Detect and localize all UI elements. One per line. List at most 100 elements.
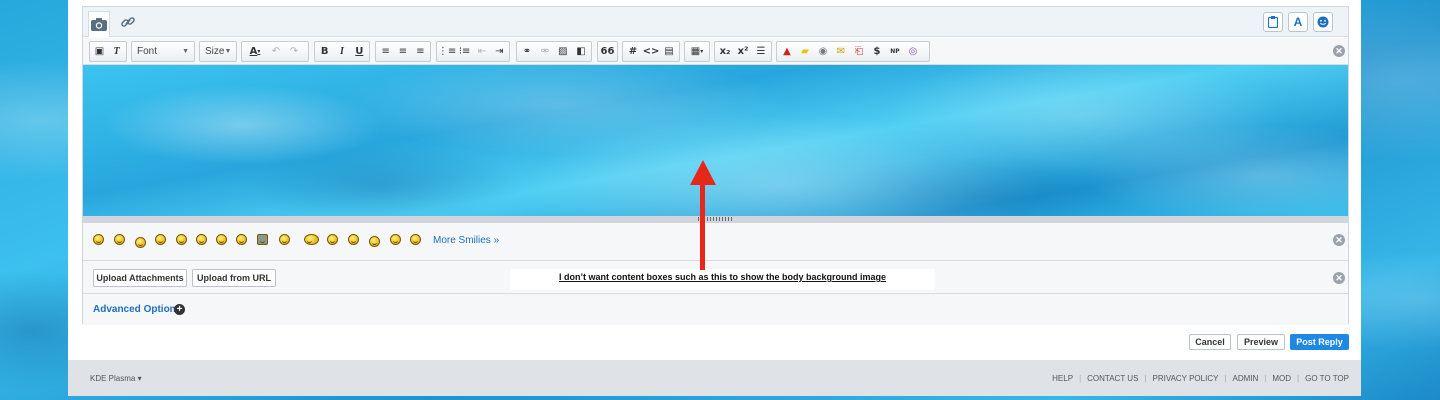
preview-button[interactable]: Preview [1237, 334, 1285, 350]
smiley-icon[interactable] [369, 236, 380, 247]
smiley-icon[interactable] [216, 234, 227, 245]
underline-button[interactable]: U [352, 43, 367, 60]
toolbar-group-script: x₂ x² ☰ [714, 41, 772, 62]
media-icon[interactable]: ◧ [573, 43, 589, 60]
footer-separator: | [1144, 374, 1147, 383]
size-select-label: Size [205, 46, 225, 57]
warning-icon[interactable]: ▲ [779, 43, 795, 60]
camera-icon[interactable] [88, 11, 110, 37]
toolbar-group-align: ≡ ≡ ≡ [375, 41, 431, 62]
more-smilies-link[interactable]: More Smilies » [433, 235, 499, 246]
link-icon[interactable] [117, 11, 139, 33]
outdent-icon[interactable]: ⇤ [474, 43, 489, 60]
toolbar-group-source: ▣ T [89, 41, 127, 62]
remove-format-icon[interactable]: T [109, 43, 124, 60]
footer-separator: | [1224, 374, 1227, 383]
circle-icon[interactable]: ◎ [905, 43, 921, 60]
table-icon[interactable]: ▦ ▾ [687, 43, 707, 60]
smiley-icon[interactable] [176, 234, 187, 245]
text-format-label: A [1293, 15, 1303, 29]
smiley-icon[interactable] [348, 234, 359, 245]
smilies-close-icon[interactable]: ✕ [1333, 234, 1345, 246]
toolbar-group-quote: 66 [597, 41, 618, 62]
code-icon[interactable]: <> [643, 43, 660, 60]
smiley-icon[interactable] [155, 234, 166, 245]
toolbar-group-color-undo: A ▾ ↶ ↷ [241, 41, 309, 62]
editor-resize-handle[interactable] [83, 216, 1348, 223]
editor-toolbar: ▣ T Font ▼ Size ▼ A ▾ ↶ ↷ B I U ≡ ≡ ≡ ⋮≡ ⁝≡… [83, 38, 1348, 65]
bullet-list-icon[interactable]: ⁝≡ [457, 43, 472, 60]
toolbar-group-code: # <> ▤ [622, 41, 680, 62]
ordered-list-icon[interactable]: ⋮≡ [438, 43, 456, 60]
dollar-icon[interactable]: $ [869, 43, 885, 60]
editor-tabbar: A [83, 7, 1348, 37]
indent-icon[interactable]: ⇥ [492, 43, 507, 60]
noparse-icon[interactable]: NP [887, 43, 903, 60]
source-icon[interactable]: ▣ [92, 43, 107, 60]
smiley-icon[interactable] [279, 234, 290, 245]
quote-icon[interactable]: 66 [600, 43, 615, 60]
smiley-icon[interactable] [390, 234, 401, 245]
bold-button[interactable]: B [317, 43, 332, 60]
footer-link-contact[interactable]: CONTACT US [1087, 374, 1138, 383]
plus-circle-icon[interactable]: + [174, 304, 185, 315]
cancel-button[interactable]: Cancel [1189, 334, 1231, 350]
size-select[interactable]: Size ▼ [199, 41, 237, 62]
annotation-text: I don’t want content boxes such as this … [558, 272, 887, 282]
note-icon[interactable]: ▰ [797, 43, 813, 60]
text-format-button[interactable]: A [1288, 12, 1308, 32]
smiley-icon[interactable] [93, 234, 104, 245]
php-icon[interactable]: ▤ [661, 43, 677, 60]
footer-link-top[interactable]: GO TO TOP [1305, 374, 1349, 383]
footer: KDE Plasma ▾ HELP | CONTACT US | PRIVACY… [68, 360, 1361, 396]
toolbar-group-custom: ▲ ▰ ◉ ✉ ⎗ $ NP ◎ [776, 41, 930, 62]
align-center-icon[interactable]: ≡ [395, 43, 410, 60]
smiley-icon[interactable] [304, 234, 319, 245]
pdf-icon[interactable]: ⎗ [851, 43, 867, 60]
undo-icon[interactable]: ↶ [268, 43, 284, 60]
upload-attachments-button[interactable]: Upload Attachments [93, 269, 187, 287]
font-select[interactable]: Font ▼ [131, 41, 195, 62]
footer-link-mod[interactable]: MOD [1272, 374, 1291, 383]
smiley-icon[interactable] [327, 234, 338, 245]
mail-icon[interactable]: ✉ [833, 43, 849, 60]
style-chooser-link[interactable]: KDE Plasma ▾ [90, 374, 142, 383]
smiley-icon[interactable] [410, 234, 421, 245]
footer-link-admin[interactable]: ADMIN [1233, 374, 1259, 383]
subscript-icon[interactable]: x₂ [717, 43, 733, 60]
horizontal-rule-icon[interactable]: ☰ [753, 43, 769, 60]
link-insert-icon[interactable]: ⚭ [519, 43, 535, 60]
editor-textarea[interactable] [83, 65, 1348, 216]
tombstone-icon[interactable] [257, 234, 268, 245]
attachments-close-icon[interactable]: ✕ [1333, 272, 1345, 284]
smiley-icon[interactable] [196, 234, 207, 245]
smiley-icon[interactable] [135, 237, 146, 248]
image-icon[interactable]: ▨ [555, 43, 571, 60]
upload-from-url-button[interactable]: Upload from URL [192, 269, 276, 287]
footer-link-help[interactable]: HELP [1052, 374, 1073, 383]
clipboard-icon[interactable] [1263, 12, 1283, 32]
chevron-down-icon: ▼ [182, 48, 189, 55]
annotation-arrow-head-icon [690, 160, 716, 185]
footer-link-privacy[interactable]: PRIVACY POLICY [1152, 374, 1218, 383]
toolbar-group-table: ▦ ▾ [684, 41, 710, 62]
advanced-options-link[interactable]: Advanced Options [93, 304, 181, 315]
post-reply-button[interactable]: Post Reply [1290, 334, 1349, 350]
align-left-icon[interactable]: ≡ [378, 43, 393, 60]
toolbar-group-media: ⚭ ⚮ ▨ ◧ [516, 41, 592, 62]
chevron-down-icon: ▼ [224, 48, 232, 55]
italic-button[interactable]: I [334, 43, 349, 60]
unlink-icon[interactable]: ⚮ [537, 43, 553, 60]
toolbar-close-icon[interactable]: ✕ [1333, 45, 1345, 57]
spoiler-icon[interactable]: ◉ [815, 43, 831, 60]
redo-icon[interactable]: ↷ [286, 43, 302, 60]
hash-icon[interactable]: # [625, 43, 641, 60]
smiley-icon[interactable] [1313, 12, 1333, 32]
text-color-icon[interactable]: A ▾ [244, 43, 266, 60]
superscript-icon[interactable]: x² [735, 43, 751, 60]
align-right-icon[interactable]: ≡ [413, 43, 428, 60]
footer-separator: | [1079, 374, 1082, 383]
smiley-icon[interactable] [114, 234, 125, 245]
smiley-icon[interactable] [236, 234, 247, 245]
advanced-options-bar: Advanced Options + [83, 294, 1348, 325]
